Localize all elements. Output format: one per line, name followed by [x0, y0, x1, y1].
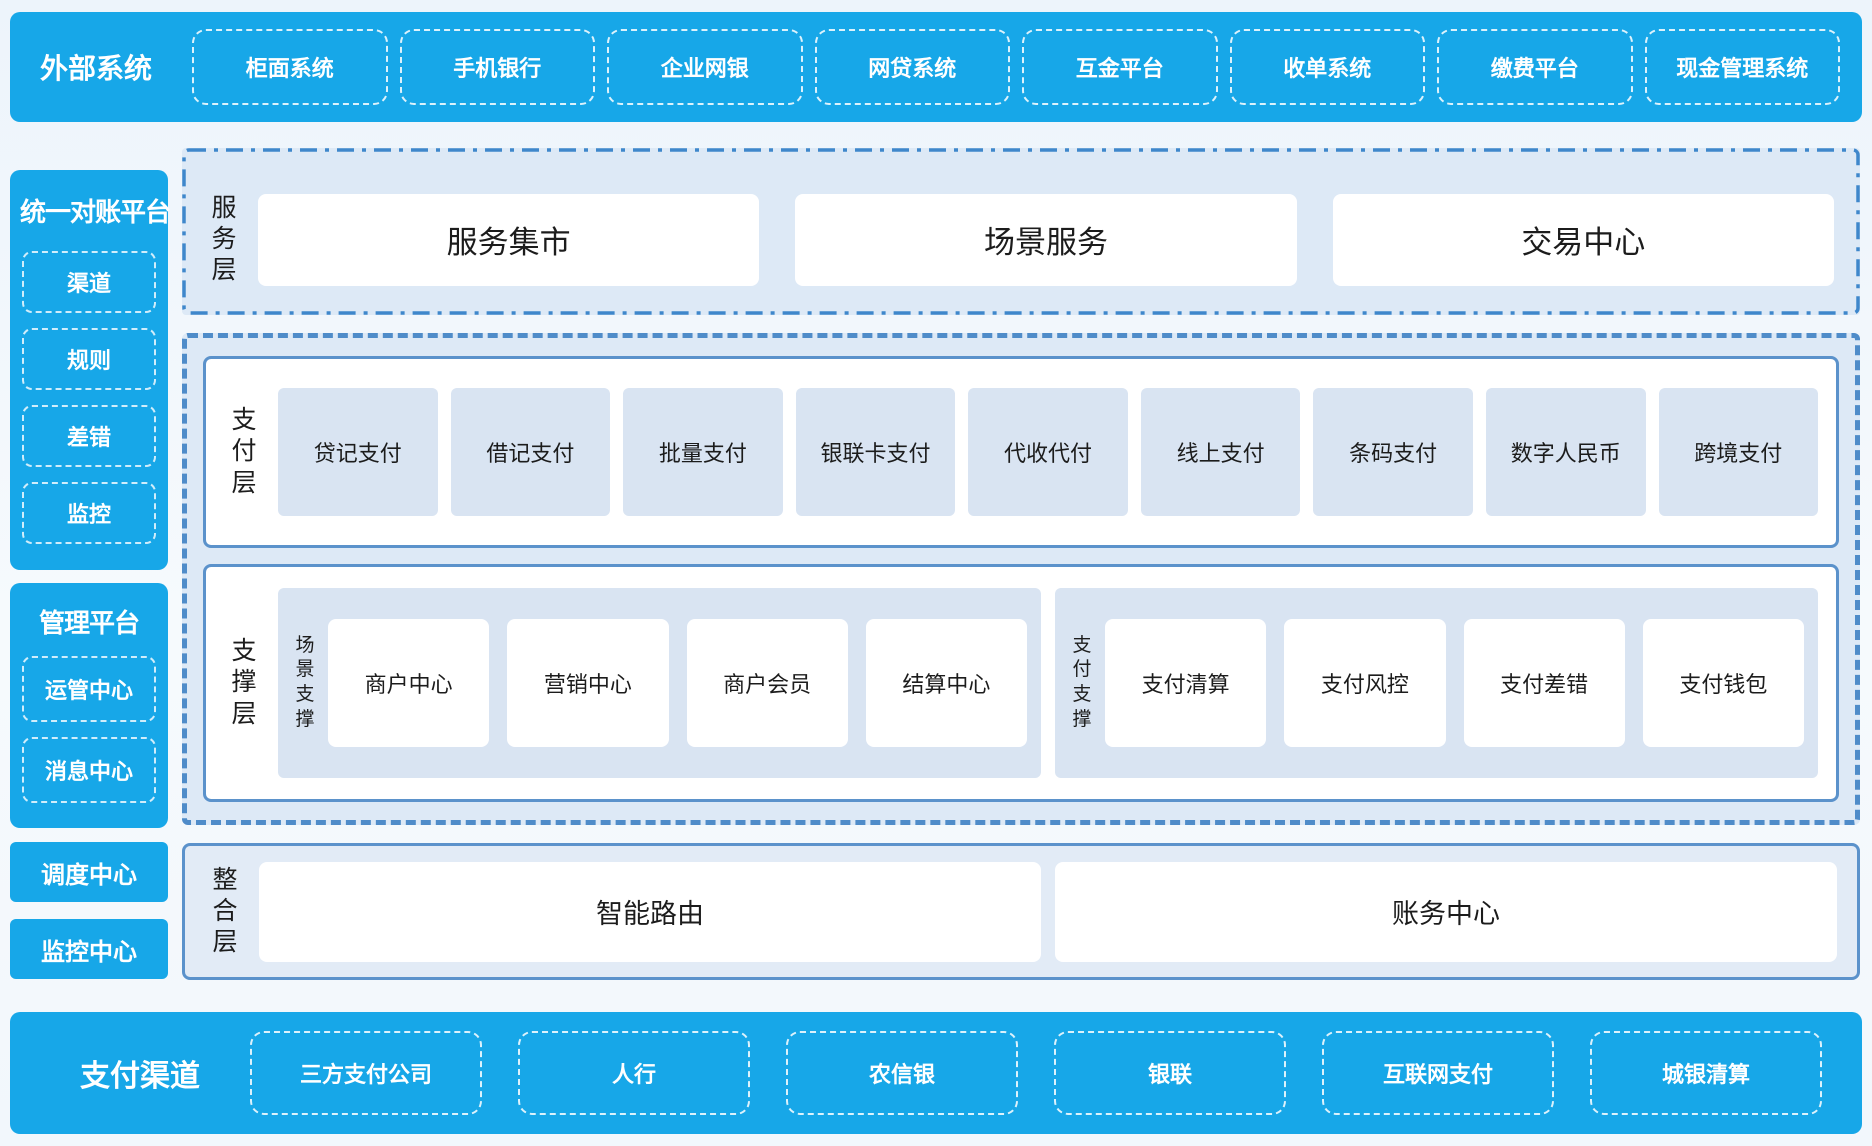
external-systems-band: 外部系统 柜面系统 手机银行 企业网银 网贷系统 互金平台 收单系统 缴费平台 … [10, 12, 1862, 122]
integration-item: 账务中心 [1055, 862, 1837, 962]
scene-support-item: 商户中心 [328, 619, 489, 747]
scene-support-items: 商户中心 营销中心 商户会员 结算中心 [328, 619, 1027, 747]
payment-channels-title: 支付渠道 [40, 1051, 240, 1095]
external-system-item: 网贷系统 [815, 29, 1011, 105]
payment-support-item: 支付钱包 [1643, 619, 1804, 747]
external-systems-title: 外部系统 [40, 47, 180, 87]
scene-support-label: 场景支撑 [292, 634, 318, 733]
left-sidebar: 统一对账平台 渠道 规则 差错 监控 管理平台 运管中心 消息中心 调度中心 监… [10, 170, 168, 979]
payment-channel-item: 银联 [1054, 1031, 1286, 1115]
management-item: 运管中心 [22, 656, 156, 722]
management-item: 消息中心 [22, 737, 156, 803]
integration-layer-items: 智能路由 账务中心 [259, 862, 1837, 962]
service-item: 场景服务 [795, 194, 1296, 286]
payment-item: 批量支付 [623, 388, 783, 516]
service-layer-items: 服务集市 场景服务 交易中心 [258, 194, 1834, 286]
management-platform-title: 管理平台 [20, 603, 158, 640]
service-item: 服务集市 [258, 194, 759, 286]
payment-item: 线上支付 [1141, 388, 1301, 516]
payment-support-item: 支付风控 [1284, 619, 1445, 747]
payment-item: 代收代付 [968, 388, 1128, 516]
payment-channel-item: 城银清算 [1590, 1031, 1822, 1115]
core-layers-container: 支付层 贷记支付 借记支付 批量支付 银联卡支付 代收代付 线上支付 条码支付 … [182, 333, 1860, 825]
payment-item: 数字人民币 [1486, 388, 1646, 516]
payment-support-item: 支付差错 [1464, 619, 1625, 747]
payment-support-label: 支付支撑 [1069, 634, 1095, 733]
payment-channel-item: 人行 [518, 1031, 750, 1115]
external-system-item: 现金管理系统 [1645, 29, 1841, 105]
scene-support-item: 结算中心 [866, 619, 1027, 747]
service-item: 交易中心 [1333, 194, 1834, 286]
payment-channel-item: 互联网支付 [1322, 1031, 1554, 1115]
payment-channel-item: 三方支付公司 [250, 1031, 482, 1115]
payment-support-group: 支付支撑 支付清算 支付风控 支付差错 支付钱包 [1055, 588, 1818, 778]
payment-channel-item: 农信银 [786, 1031, 1018, 1115]
monitor-center-box: 监控中心 [10, 919, 168, 979]
external-system-item: 互金平台 [1022, 29, 1218, 105]
payment-support-items: 支付清算 支付风控 支付差错 支付钱包 [1105, 619, 1804, 747]
reconciliation-item: 渠道 [22, 251, 156, 313]
integration-layer: 整合层 智能路由 账务中心 [182, 843, 1860, 980]
dispatch-center-box: 调度中心 [10, 842, 168, 902]
external-system-item: 手机银行 [400, 29, 596, 105]
integration-item: 智能路由 [259, 862, 1041, 962]
external-system-item: 收单系统 [1230, 29, 1426, 105]
payment-channels-band: 支付渠道 三方支付公司 人行 农信银 银联 互联网支付 城银清算 [10, 1012, 1862, 1134]
support-layer-label: 支撑层 [224, 636, 264, 730]
payment-channels-items: 三方支付公司 人行 农信银 银联 互联网支付 城银清算 [250, 1031, 1822, 1115]
payment-item: 跨境支付 [1659, 388, 1819, 516]
external-system-item: 柜面系统 [192, 29, 388, 105]
external-systems-items: 柜面系统 手机银行 企业网银 网贷系统 互金平台 收单系统 缴费平台 现金管理系… [192, 29, 1840, 105]
integration-layer-label: 整合层 [205, 865, 245, 959]
service-layer: 服务层 服务集市 场景服务 交易中心 [182, 148, 1860, 315]
payment-item: 条码支付 [1313, 388, 1473, 516]
payment-layer-items: 贷记支付 借记支付 批量支付 银联卡支付 代收代付 线上支付 条码支付 数字人民… [278, 388, 1818, 516]
scene-support-item: 营销中心 [507, 619, 668, 747]
support-layer: 支撑层 场景支撑 商户中心 营销中心 商户会员 结算中心 支付支撑 支付清算 [203, 564, 1839, 802]
service-layer-label: 服务层 [204, 193, 244, 287]
reconciliation-item: 差错 [22, 405, 156, 467]
architecture-diagram: { "colors": { "accent_blue": "#17a7e8", … [0, 0, 1872, 1146]
reconciliation-item: 规则 [22, 328, 156, 390]
support-layer-groups: 场景支撑 商户中心 营销中心 商户会员 结算中心 支付支撑 支付清算 支付风控 … [278, 588, 1818, 778]
payment-support-item: 支付清算 [1105, 619, 1266, 747]
scene-support-item: 商户会员 [687, 619, 848, 747]
external-system-item: 缴费平台 [1437, 29, 1633, 105]
payment-item: 借记支付 [451, 388, 611, 516]
management-platform-card: 管理平台 运管中心 消息中心 [10, 583, 168, 828]
payment-layer: 支付层 贷记支付 借记支付 批量支付 银联卡支付 代收代付 线上支付 条码支付 … [203, 356, 1839, 548]
payment-item: 贷记支付 [278, 388, 438, 516]
reconciliation-item: 监控 [22, 482, 156, 544]
scene-support-group: 场景支撑 商户中心 营销中心 商户会员 结算中心 [278, 588, 1041, 778]
payment-layer-label: 支付层 [224, 405, 264, 499]
reconciliation-platform-title: 统一对账平台 [20, 192, 158, 229]
payment-item: 银联卡支付 [796, 388, 956, 516]
external-system-item: 企业网银 [607, 29, 803, 105]
reconciliation-platform-card: 统一对账平台 渠道 规则 差错 监控 [10, 170, 168, 570]
